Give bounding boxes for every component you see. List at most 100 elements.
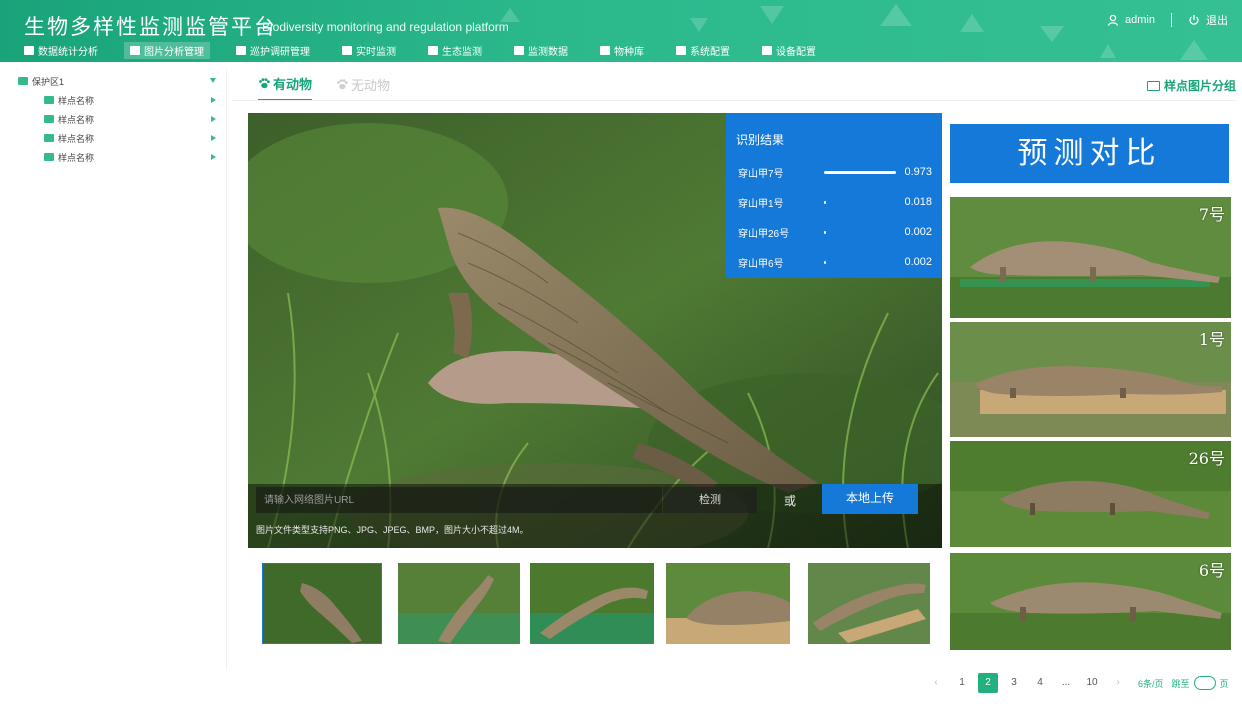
chevron-right-icon[interactable] bbox=[211, 135, 216, 141]
jump-suffix: 页 bbox=[1219, 678, 1229, 689]
image-icon bbox=[130, 46, 140, 55]
pangolin-photo bbox=[262, 563, 382, 644]
tree-root[interactable]: 保护区1 bbox=[18, 72, 218, 91]
chart-icon bbox=[24, 46, 34, 55]
prev-page-button[interactable]: ‹ bbox=[926, 673, 946, 693]
result-name: 穿山甲7号 bbox=[738, 169, 784, 180]
page-button[interactable]: 10 bbox=[1082, 673, 1102, 693]
username[interactable]: admin bbox=[1125, 14, 1155, 26]
prediction-compare-title: 预测对比 bbox=[950, 124, 1229, 183]
pangolin-photo bbox=[950, 322, 1231, 437]
compare-card-label: 6号 bbox=[1198, 561, 1225, 580]
pagination: ‹ 1 2 3 4 ... 10 › 6条/页 跳至 页 bbox=[926, 673, 1229, 693]
image-icon bbox=[1146, 80, 1160, 91]
nav-item-image-analysis[interactable]: 图片分析管理 bbox=[124, 42, 210, 59]
tree-item[interactable]: 样点名称 bbox=[18, 148, 218, 167]
upload-bar: 检测 或 本地上传 图片文件类型支持PNG、JPG、JPEG、BMP，图片大小不… bbox=[248, 484, 942, 548]
compare-card[interactable]: 1号 bbox=[950, 322, 1231, 437]
compare-card-label: 7号 bbox=[1198, 205, 1225, 224]
result-name: 穿山甲6号 bbox=[738, 259, 784, 270]
compare-card[interactable]: 6号 bbox=[950, 553, 1231, 650]
result-row: 穿山甲26号 0.002 bbox=[738, 225, 934, 241]
result-score-bar bbox=[824, 171, 896, 174]
result-name: 穿山甲1号 bbox=[738, 199, 784, 210]
page-button[interactable]: 3 bbox=[1004, 673, 1024, 693]
thumbnail[interactable] bbox=[398, 563, 520, 644]
data-icon bbox=[514, 46, 524, 55]
compare-card-label: 1号 bbox=[1198, 330, 1225, 349]
nav-item-ecology[interactable]: 生态监测 bbox=[422, 42, 488, 59]
page-button[interactable]: 1 bbox=[952, 673, 972, 693]
config-icon bbox=[676, 46, 686, 55]
app-title: 生物多样性监测监管平台 bbox=[24, 16, 277, 39]
result-score: 0.973 bbox=[904, 166, 932, 178]
compare-card[interactable]: 7号 bbox=[950, 197, 1231, 318]
tab-with-animal[interactable]: 有动物 bbox=[258, 74, 313, 101]
result-title: 识别结果 bbox=[736, 133, 785, 147]
page-ellipsis: ... bbox=[1061, 677, 1071, 688]
thumbnail[interactable] bbox=[666, 563, 790, 644]
camera-icon bbox=[342, 46, 352, 55]
result-score-bar bbox=[824, 201, 826, 204]
result-score-bar bbox=[824, 261, 826, 264]
local-upload-button[interactable]: 本地上传 bbox=[822, 484, 918, 514]
next-page-button[interactable]: › bbox=[1108, 673, 1128, 693]
sample-image-group-link[interactable]: 样点图片分组 bbox=[1146, 77, 1236, 94]
site-tree: 保护区1 样点名称 样点名称 样点名称 样点名称 bbox=[18, 72, 218, 167]
nav-item-monitor-data[interactable]: 监测数据 bbox=[508, 42, 574, 59]
page-button-active[interactable]: 2 bbox=[978, 673, 998, 693]
detect-button[interactable]: 检测 bbox=[663, 487, 757, 513]
nav-item-device-config[interactable]: 设备配置 bbox=[756, 42, 822, 59]
page-size-select[interactable]: 6条/页 bbox=[1138, 677, 1164, 690]
user-icon bbox=[1107, 14, 1119, 26]
folder-icon bbox=[44, 114, 54, 123]
thumbnail[interactable] bbox=[262, 563, 382, 644]
sidebar-divider bbox=[226, 70, 227, 670]
app-subtitle: Biodiversity monitoring and regulation p… bbox=[262, 20, 509, 34]
folder-icon bbox=[18, 76, 28, 85]
tree-item[interactable]: 样点名称 bbox=[18, 91, 218, 110]
logout-button[interactable]: 退出 bbox=[1206, 12, 1228, 28]
nav-item-system-config[interactable]: 系统配置 bbox=[670, 42, 736, 59]
chevron-right-icon[interactable] bbox=[211, 97, 216, 103]
result-name: 穿山甲26号 bbox=[738, 229, 790, 240]
tree-item[interactable]: 样点名称 bbox=[18, 129, 218, 148]
or-label: 或 bbox=[784, 494, 797, 508]
thumbnail[interactable] bbox=[530, 563, 654, 644]
pangolin-photo bbox=[950, 553, 1231, 650]
pangolin-photo bbox=[398, 563, 520, 644]
jump-page-input[interactable] bbox=[1193, 676, 1216, 690]
paw-icon bbox=[259, 78, 270, 89]
chevron-down-icon[interactable] bbox=[210, 78, 216, 83]
power-icon[interactable] bbox=[1188, 14, 1200, 26]
compare-card-label: 26号 bbox=[1188, 449, 1225, 468]
tab-without-animal[interactable]: 无动物 bbox=[336, 74, 390, 101]
nav-item-patrol[interactable]: 巡护调研管理 bbox=[230, 42, 316, 59]
thumbnail[interactable] bbox=[808, 563, 930, 644]
folder-icon bbox=[44, 95, 54, 104]
recognition-result-panel: 识别结果 穿山甲7号 0.973 穿山甲1号 0.018 穿山甲26号 0.00… bbox=[726, 113, 942, 278]
image-url-input[interactable] bbox=[256, 487, 662, 513]
result-score-bar bbox=[824, 231, 826, 234]
device-icon bbox=[762, 46, 772, 55]
nav-item-statistics[interactable]: 数据统计分析 bbox=[18, 42, 104, 59]
chevron-right-icon[interactable] bbox=[211, 154, 216, 160]
page-button[interactable]: 4 bbox=[1030, 673, 1050, 693]
result-score: 0.002 bbox=[904, 226, 932, 238]
chevron-right-icon[interactable] bbox=[211, 116, 216, 122]
nav-item-species[interactable]: 物种库 bbox=[594, 42, 650, 59]
main-nav: 数据统计分析 图片分析管理 巡护调研管理 实时监测 生态监测 监测数据 物种库 … bbox=[18, 42, 842, 60]
nav-item-realtime[interactable]: 实时监测 bbox=[336, 42, 402, 59]
pangolin-photo bbox=[808, 563, 930, 644]
pangolin-photo bbox=[666, 563, 790, 644]
result-row: 穿山甲6号 0.002 bbox=[738, 255, 934, 271]
paw-icon bbox=[337, 79, 348, 90]
app-header: 生物多样性监测监管平台 Biodiversity monitoring and … bbox=[0, 0, 1242, 62]
tab-divider bbox=[232, 100, 1237, 101]
book-icon bbox=[600, 46, 610, 55]
result-row: 穿山甲7号 0.973 bbox=[738, 165, 934, 181]
result-row: 穿山甲1号 0.018 bbox=[738, 195, 934, 211]
animal-tabs: 有动物 无动物 bbox=[258, 74, 390, 101]
compare-card[interactable]: 26号 bbox=[950, 441, 1231, 547]
tree-item[interactable]: 样点名称 bbox=[18, 110, 218, 129]
